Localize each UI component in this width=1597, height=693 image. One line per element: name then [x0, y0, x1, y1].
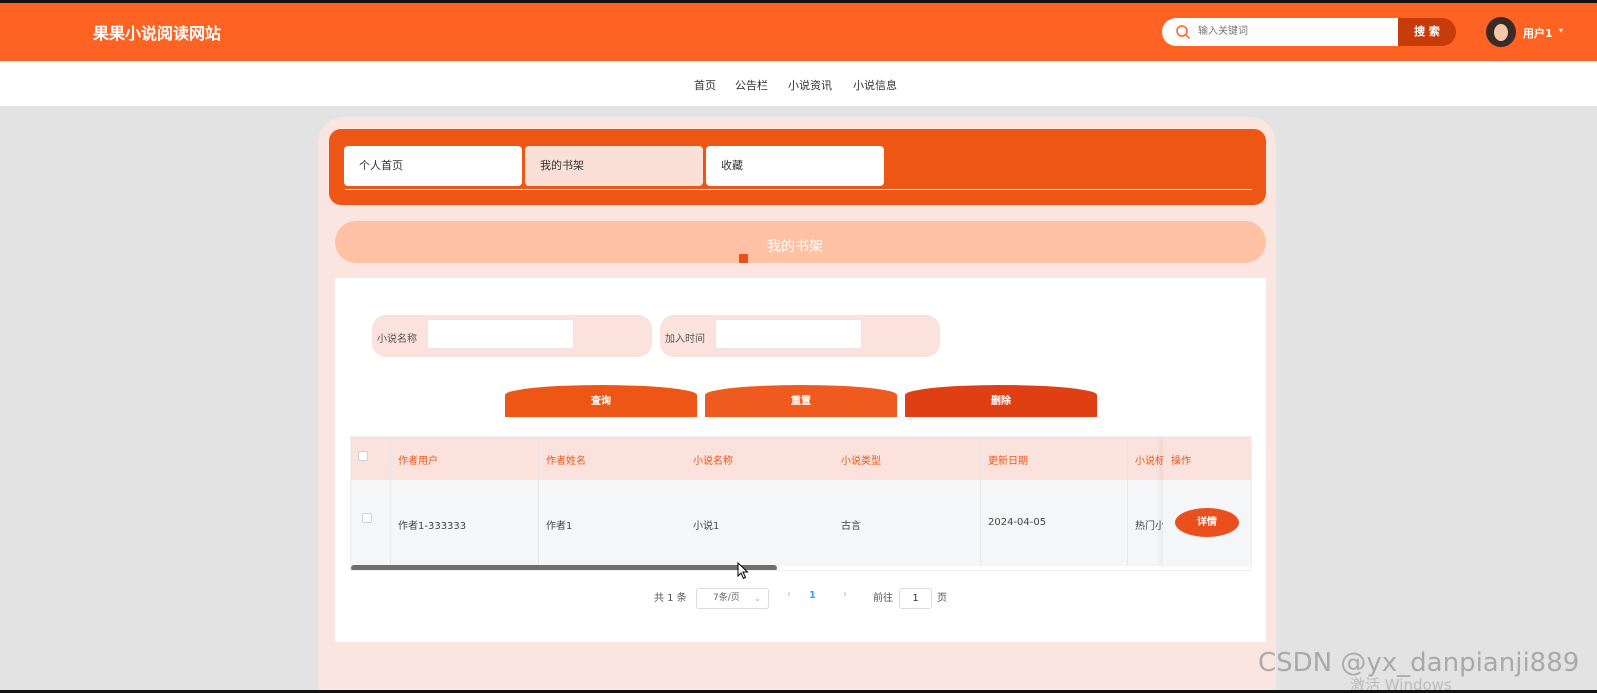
column-header: 操作	[1171, 456, 1191, 467]
table-header: 作者用户 作者姓名 小说名称 小说类型 更新日期 小说标	[351, 437, 1251, 480]
tab-divider	[345, 189, 1252, 190]
operation-header: 操作	[1163, 437, 1251, 480]
horizontal-scrollbar[interactable]	[351, 565, 777, 570]
novel-name-input[interactable]	[427, 319, 574, 349]
tab-profile[interactable]: 个人首页	[344, 146, 522, 186]
column-divider	[980, 437, 981, 566]
mouse-cursor-icon	[737, 562, 749, 580]
prev-page-icon[interactable]: ‹	[787, 589, 791, 600]
nav-item-news[interactable]: 小说资讯	[788, 77, 832, 93]
bookshelf-content: 小说名称 加入时间 查询 重置 删除 作者用户 作者姓名 小说名称 小说类型 更…	[335, 278, 1266, 642]
page-size-value: 7条/页	[713, 593, 740, 603]
nav-item-notices[interactable]: 公告栏	[735, 77, 768, 93]
detail-button[interactable]: 详情	[1175, 508, 1239, 537]
goto-page-input[interactable]: 1	[899, 588, 932, 609]
table-row[interactable]: 作者1-333333 作者1 小说1 古言 2024-04-05 热门小	[351, 480, 1251, 566]
cell-author-name: 作者1	[546, 521, 573, 532]
section-title-bar: 我的书架	[335, 221, 1266, 263]
top-header: 果果小说阅读网站 搜 索 用户1 ▾	[0, 0, 1597, 61]
site-title[interactable]: 果果小说阅读网站	[93, 20, 221, 44]
filter-label: 小说名称	[377, 334, 417, 345]
pagination-total: 共 1 条	[654, 593, 687, 604]
filter-novel-name: 小说名称	[372, 315, 652, 357]
filter-join-time: 加入时间	[660, 315, 940, 357]
column-header[interactable]: 更新日期	[988, 452, 1028, 467]
tab-bookshelf[interactable]: 我的书架	[525, 146, 703, 186]
profile-tabbar: 个人首页 我的书架 收藏	[329, 129, 1266, 205]
nav-item-home[interactable]: 首页	[694, 77, 716, 93]
goto-label: 前往	[873, 593, 893, 604]
page-size-select[interactable]: 7条/页 ⌄	[696, 588, 769, 609]
cell-novel-name: 小说1	[693, 521, 720, 532]
row-checkbox[interactable]	[362, 513, 372, 523]
reset-button[interactable]: 重置	[705, 385, 897, 417]
cell-author-user: 作者1-333333	[398, 521, 467, 532]
tab-favorites[interactable]: 收藏	[706, 146, 884, 186]
bookshelf-table: 作者用户 作者姓名 小说名称 小说类型 更新日期 小说标 作者1-333333 …	[350, 436, 1252, 571]
column-header[interactable]: 作者用户	[398, 452, 438, 467]
delete-button[interactable]: 删除	[905, 385, 1097, 417]
join-time-input[interactable]	[715, 319, 862, 349]
avatar-face	[1494, 24, 1508, 41]
section-title: 我的书架	[767, 239, 823, 255]
avatar[interactable]	[1486, 17, 1516, 47]
title-marker	[739, 254, 748, 263]
filter-label: 加入时间	[665, 334, 705, 345]
chevron-down-icon: ⌄	[754, 594, 761, 603]
query-button[interactable]: 查询	[505, 385, 697, 417]
next-page-icon[interactable]: ›	[843, 589, 847, 600]
search-icon	[1176, 25, 1191, 40]
search-button[interactable]: 搜 索	[1398, 18, 1456, 46]
nav-item-novels[interactable]: 小说信息	[853, 77, 897, 93]
chevron-down-icon[interactable]: ▾	[1559, 26, 1563, 35]
search-box[interactable]	[1162, 18, 1398, 46]
cell-novel-tag: 热门小	[1135, 521, 1165, 532]
column-header[interactable]: 小说名称	[693, 452, 733, 467]
page-unit: 页	[937, 593, 947, 604]
select-all-checkbox[interactable]	[358, 451, 368, 461]
current-page[interactable]: 1	[809, 590, 816, 601]
column-header[interactable]: 小说标	[1135, 452, 1165, 467]
operation-column: 操作 详情	[1163, 437, 1251, 566]
cell-novel-type: 古言	[841, 521, 861, 532]
search-input[interactable]	[1198, 18, 1388, 46]
main-nav: 首页 公告栏 小说资讯 小说信息	[0, 61, 1597, 106]
column-divider	[538, 437, 539, 566]
column-divider	[390, 437, 391, 566]
user-name[interactable]: 用户1	[1523, 25, 1553, 41]
column-divider	[1127, 437, 1128, 566]
column-header[interactable]: 作者姓名	[546, 452, 586, 467]
cell-update-date: 2024-04-05	[988, 517, 1047, 528]
column-header[interactable]: 小说类型	[841, 452, 881, 467]
